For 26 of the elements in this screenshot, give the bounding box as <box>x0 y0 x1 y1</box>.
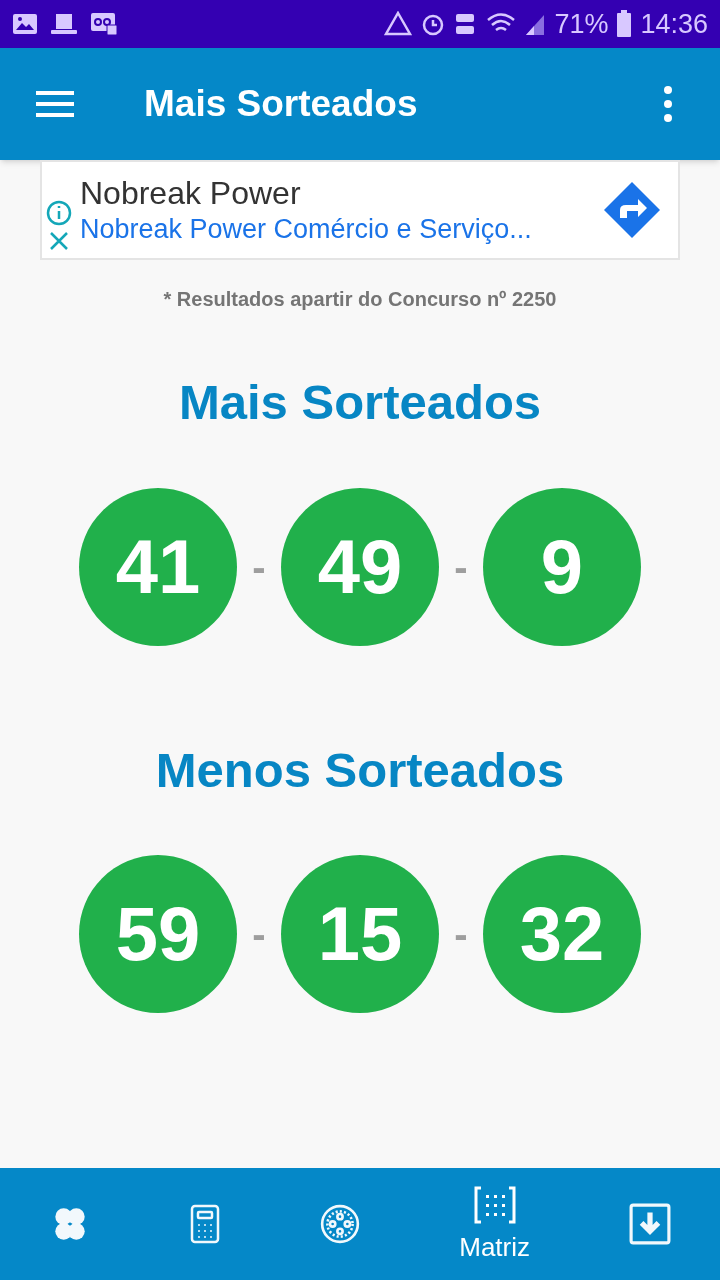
top-hat-icon <box>50 13 78 35</box>
directions-icon[interactable] <box>602 180 662 240</box>
app-title: Mais Sorteados <box>144 82 419 127</box>
menu-icon[interactable] <box>36 88 74 120</box>
separator: - <box>453 543 469 591</box>
info-icon[interactable] <box>46 200 72 226</box>
battery-icon <box>616 10 633 38</box>
results-note: * Resultados apartir do Concurso nº 2250 <box>162 287 558 312</box>
voicemail-icon <box>90 12 118 36</box>
section-title: Mais Sorteados <box>178 374 542 431</box>
separator: - <box>453 911 469 958</box>
nav-item[interactable]: Matriz <box>443 1181 546 1267</box>
download-icon <box>628 1203 671 1245</box>
ad-title: Nobreak Power <box>80 174 302 214</box>
clock: 14:36 <box>640 7 708 41</box>
ad-subtitle: Nobreak Power Comércio e Serviço... <box>80 213 533 247</box>
matrix-icon <box>472 1185 517 1224</box>
separator: - <box>251 543 267 591</box>
close-icon[interactable] <box>48 230 70 252</box>
image-icon <box>12 13 38 35</box>
battery-percent: 71% <box>554 7 609 41</box>
ad-banner[interactable]: Nobreak Power Nobreak Power Comércio e Serviço... <box>40 160 680 260</box>
calculator-icon <box>189 1204 220 1244</box>
roulette-icon <box>318 1203 361 1245</box>
section-title: Menos Sorteados <box>155 741 565 799</box>
separator: - <box>251 911 267 958</box>
